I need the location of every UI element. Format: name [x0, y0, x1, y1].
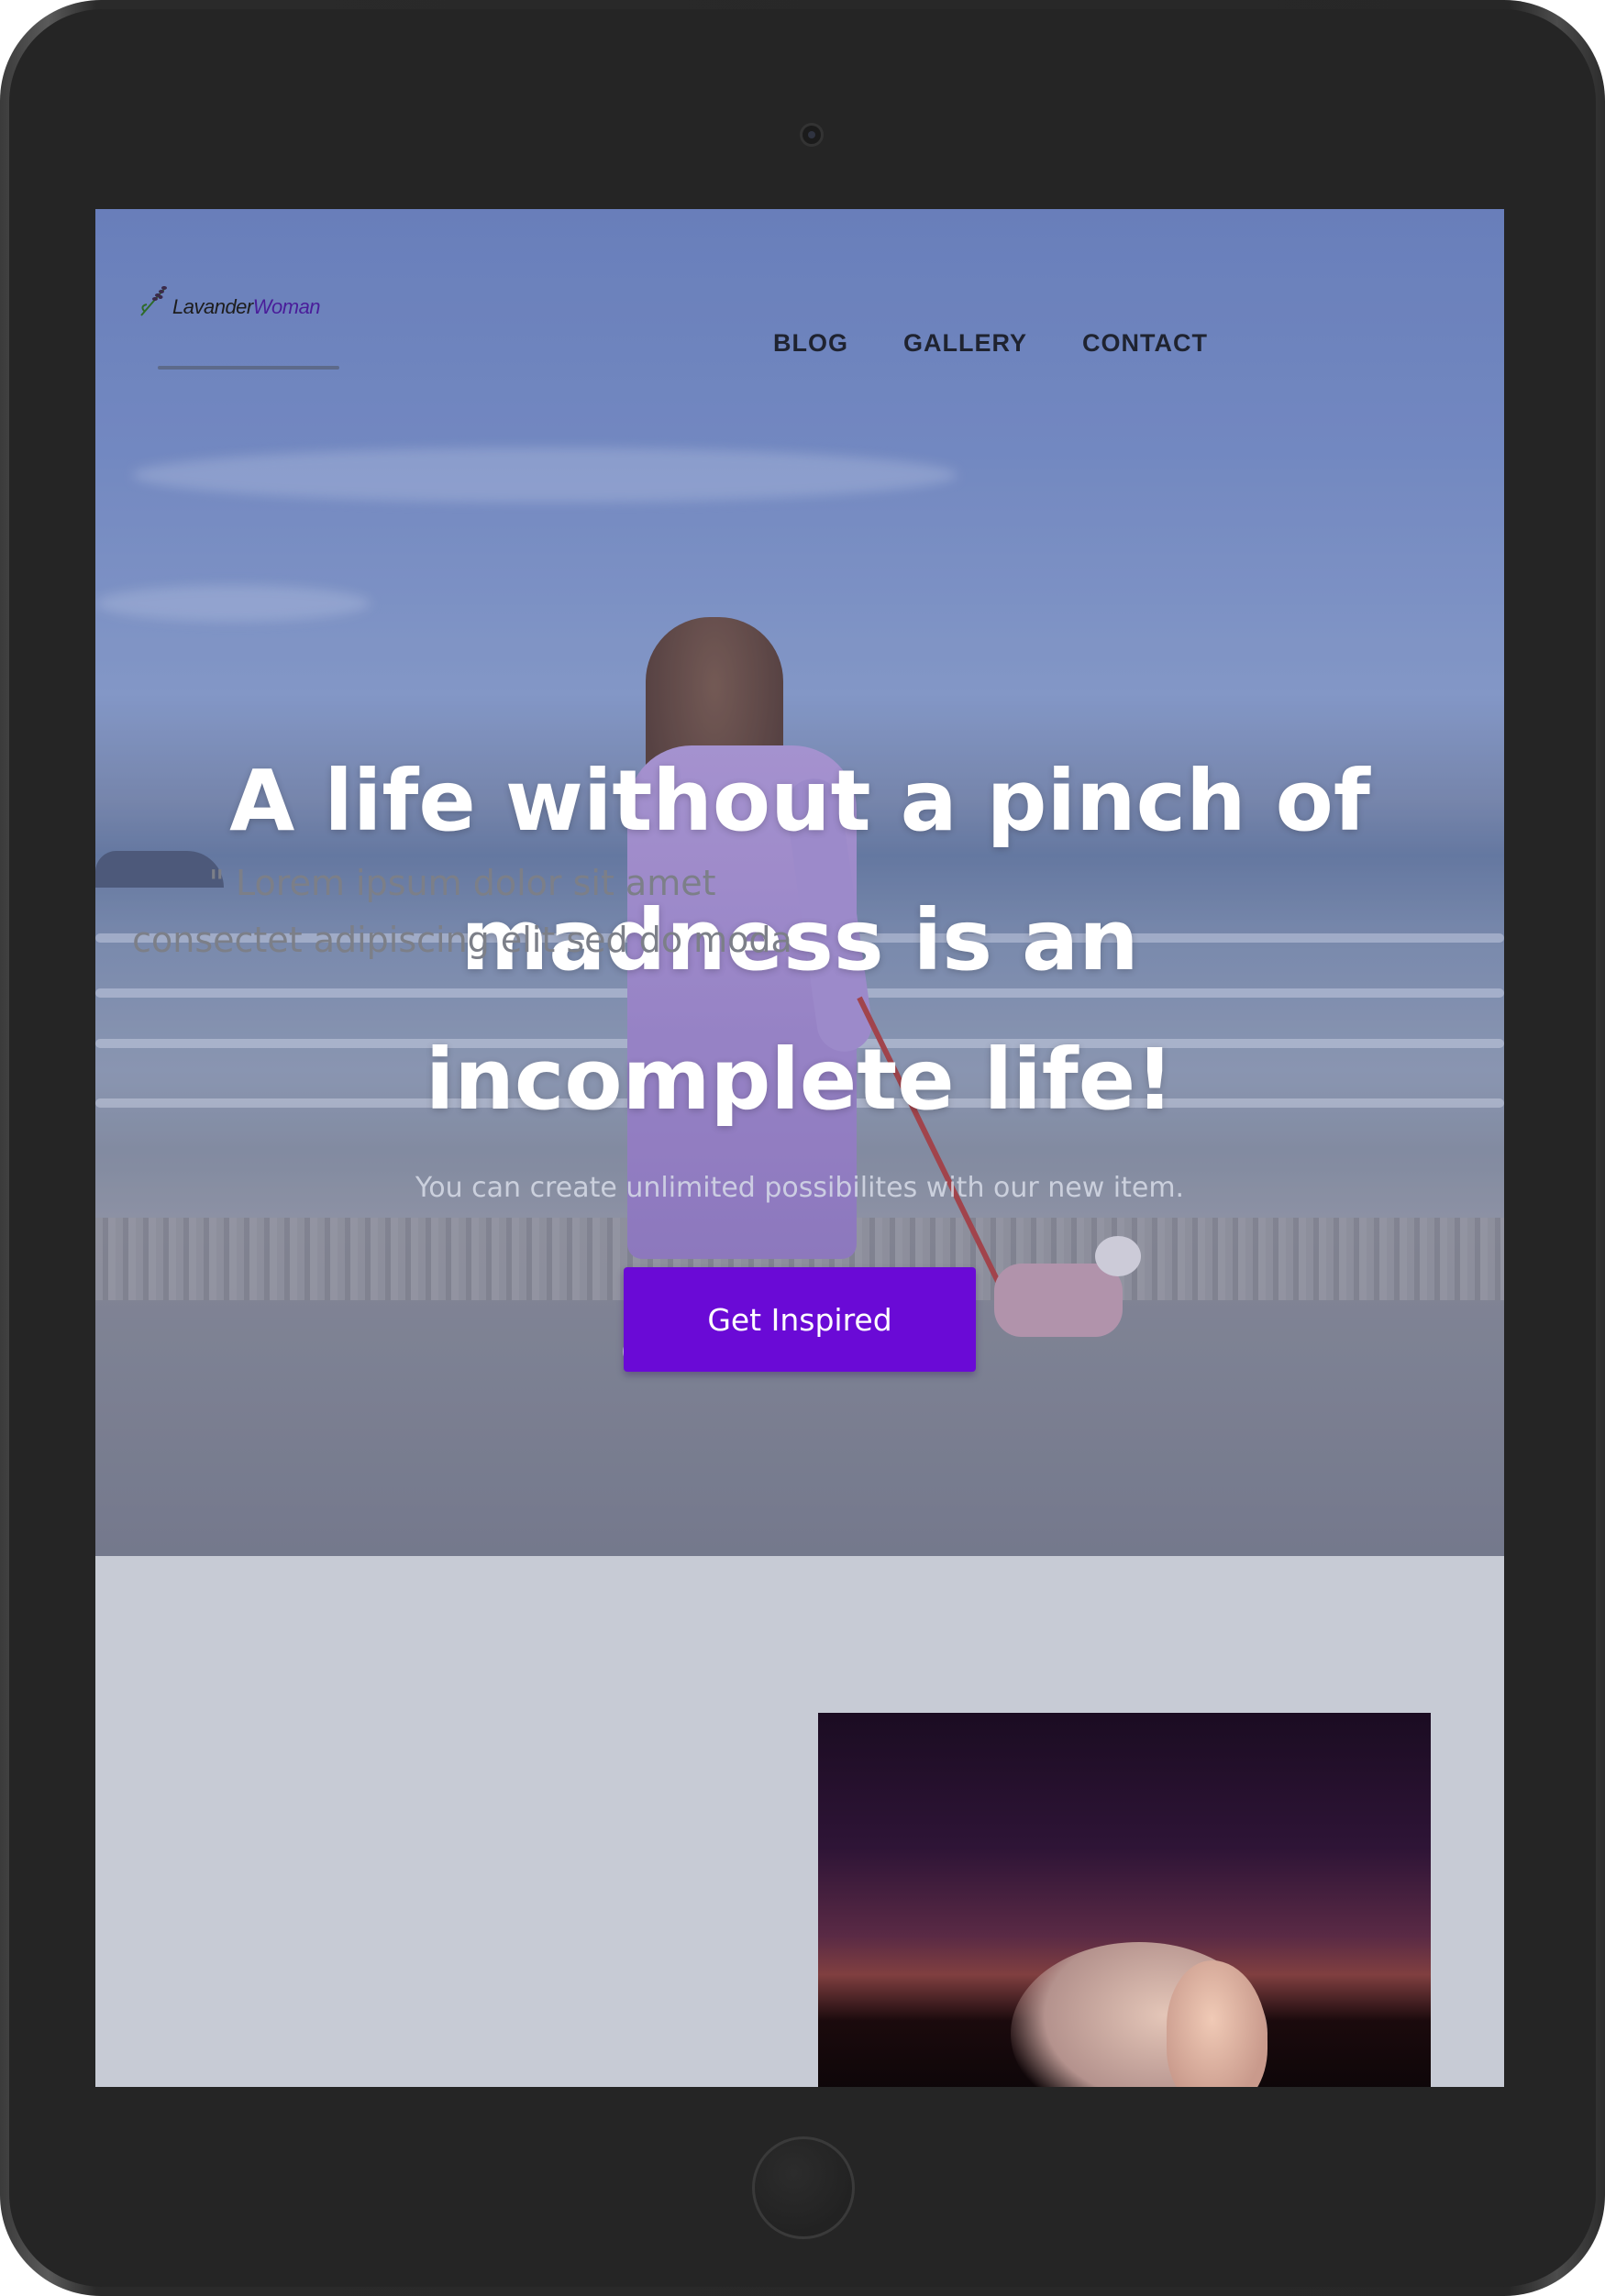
logo-word-2: Woman [252, 295, 321, 318]
woman-portrait-image [818, 1713, 1431, 2087]
lavender-sprig-icon [140, 286, 167, 316]
logo-word-1: Lavander [172, 295, 253, 318]
screen: LavanderWoman BLOG GALLERY CONTACT A lif… [95, 209, 1504, 2087]
hero-subtext: You can create unlimited possibilites wi… [415, 1172, 1185, 1204]
main-nav: BLOG GALLERY CONTACT [773, 329, 1263, 358]
nav-link-contact[interactable]: CONTACT [1082, 329, 1208, 358]
quote-text: " Lorem ipsum dolor sit amet consectet a… [132, 863, 792, 960]
nav-link-blog[interactable]: BLOG [773, 329, 848, 358]
logo-underline [158, 366, 339, 370]
home-button[interactable] [752, 2136, 855, 2239]
get-inspired-button[interactable]: Get Inspired [624, 1267, 976, 1372]
camera-icon [800, 123, 824, 147]
logo-text: LavanderWoman [172, 295, 321, 319]
logo[interactable]: LavanderWoman [138, 282, 321, 319]
nav-link-gallery[interactable]: GALLERY [903, 329, 1027, 358]
portrait-face [1167, 1960, 1267, 2087]
